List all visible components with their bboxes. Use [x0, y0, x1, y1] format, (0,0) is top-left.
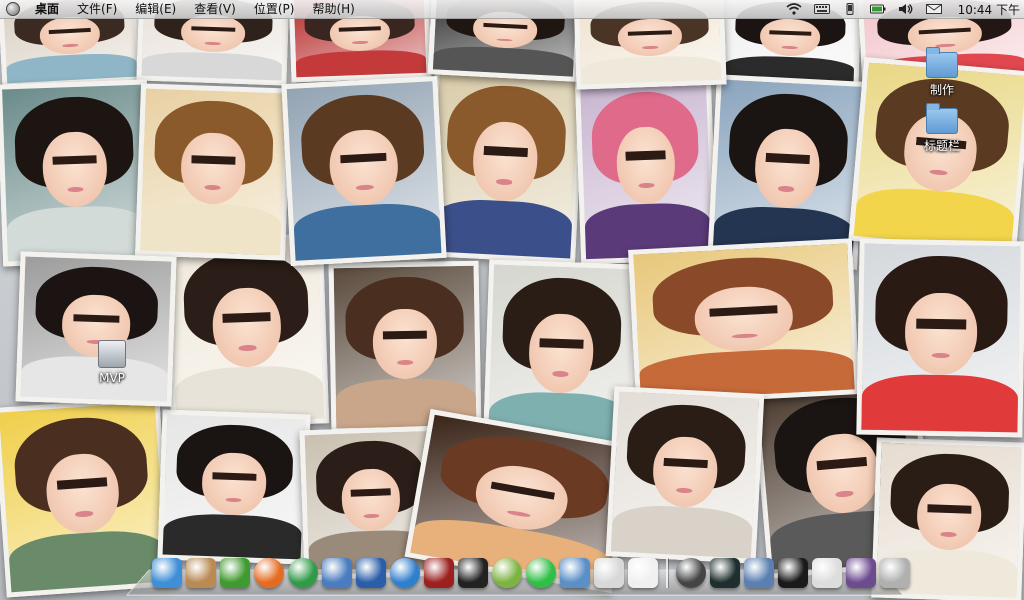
wallpaper-photo	[856, 239, 1024, 438]
dock-separator	[666, 558, 668, 588]
phone-icon[interactable]	[842, 3, 858, 15]
firefox-icon[interactable]	[254, 558, 284, 588]
battery-icon[interactable]	[870, 3, 886, 15]
menu-location[interactable]: 位置(P)	[245, 0, 304, 18]
wallpaper-photo	[575, 74, 717, 265]
trash-icon[interactable]	[880, 558, 910, 588]
hard-drive-icon	[98, 340, 126, 368]
document-icon[interactable]	[628, 558, 658, 588]
search-icon[interactable]	[676, 558, 706, 588]
clock[interactable]: 10:44 下午	[948, 1, 1024, 18]
wallpaper-photo	[281, 76, 446, 266]
desktop-folder-production[interactable]: 制作	[912, 52, 972, 98]
camera-icon[interactable]	[594, 558, 624, 588]
file-browser-icon[interactable]	[812, 558, 842, 588]
terminal-icon[interactable]	[778, 558, 808, 588]
desktop-drive-mvp[interactable]: MVP	[82, 340, 142, 385]
box-icon[interactable]	[186, 558, 216, 588]
desktop-icon-label: 标题栏	[912, 137, 972, 154]
wallpaper-photo	[157, 409, 310, 564]
workspace-switcher-icon[interactable]	[744, 558, 774, 588]
top-menu-bar: 桌面 文件(F) 编辑(E) 查看(V) 位置(P) 帮助(H) 10:44 下…	[0, 0, 1024, 19]
wallpaper-photo	[0, 79, 153, 266]
desktop-icon-label: 制作	[912, 81, 972, 98]
screenshot-icon[interactable]	[560, 558, 590, 588]
desktop-wallpaper	[0, 0, 1024, 600]
finder-icon[interactable]	[152, 558, 182, 588]
menu-desktop[interactable]: 桌面	[26, 0, 68, 18]
menu-view[interactable]: 查看(V)	[185, 0, 245, 18]
system-monitor-icon[interactable]	[710, 558, 740, 588]
wallpaper-photo	[628, 238, 860, 406]
folder-icon	[926, 108, 958, 134]
android-icon[interactable]	[492, 558, 522, 588]
desktop-icon-label: MVP	[82, 371, 142, 385]
qq-penguin-icon[interactable]	[458, 558, 488, 588]
desktop-folder-titlebar[interactable]: 标题栏	[912, 108, 972, 154]
apple-logo-icon[interactable]	[6, 2, 20, 16]
wallpaper-photo	[425, 66, 585, 264]
music-icon[interactable]	[390, 558, 420, 588]
film-strip-icon[interactable]	[424, 558, 454, 588]
desktop-icon[interactable]	[846, 558, 876, 588]
dock	[150, 552, 912, 588]
download-icon[interactable]	[526, 558, 556, 588]
volume-icon[interactable]	[898, 3, 914, 15]
folder-icon	[926, 52, 958, 78]
wallpaper-photo	[135, 83, 291, 260]
wifi-icon[interactable]	[786, 3, 802, 15]
terminal-green-icon[interactable]	[220, 558, 250, 588]
menu-help[interactable]: 帮助(H)	[303, 0, 363, 18]
wallpaper-photo	[0, 396, 172, 597]
menu-edit[interactable]: 编辑(E)	[126, 0, 185, 18]
menu-file[interactable]: 文件(F)	[68, 0, 126, 18]
status-area: 10:44 下午	[780, 0, 1024, 18]
mail-icon[interactable]	[926, 3, 942, 15]
chrome-icon[interactable]	[288, 558, 318, 588]
keyboard-icon[interactable]	[814, 3, 830, 15]
image-viewer-icon[interactable]	[322, 558, 352, 588]
wallpaper-photo	[606, 386, 765, 564]
wallpaper-photo	[329, 261, 482, 434]
movie-clapper-icon[interactable]	[356, 558, 386, 588]
